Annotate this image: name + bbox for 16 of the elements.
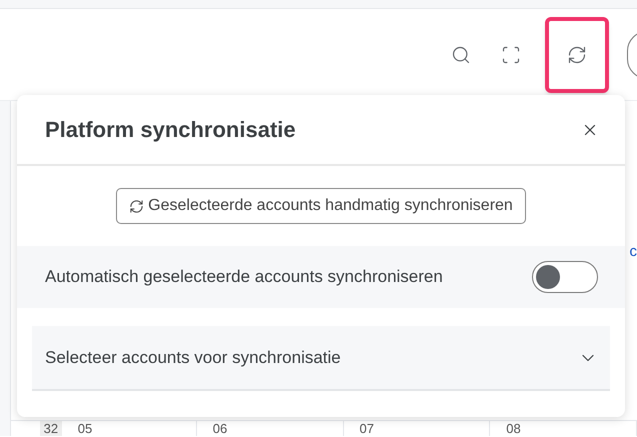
week-number: 32	[40, 421, 62, 436]
manual-sync-button[interactable]: Geselecteerde accounts handmatig synchroniseren	[116, 188, 526, 224]
auto-sync-toggle[interactable]	[532, 261, 598, 293]
day-header: 08	[490, 421, 637, 436]
day-header: 05	[62, 421, 197, 436]
day-header: 06	[196, 421, 344, 436]
sync-icon	[567, 44, 587, 64]
search-icon	[451, 44, 471, 64]
popover-title: Platform synchronisatie	[45, 116, 296, 144]
sync-icon	[129, 198, 144, 214]
calendar-fragment: c	[630, 242, 637, 262]
day-header: 07	[344, 421, 490, 436]
fullscreen-icon	[501, 44, 521, 64]
auto-sync-label: Automatisch geselecteerde accounts synchroniseren	[45, 266, 443, 288]
sync-button[interactable]	[545, 16, 609, 92]
accounts-accordion[interactable]: Selecteer accounts voor synchronisatie	[32, 326, 610, 391]
